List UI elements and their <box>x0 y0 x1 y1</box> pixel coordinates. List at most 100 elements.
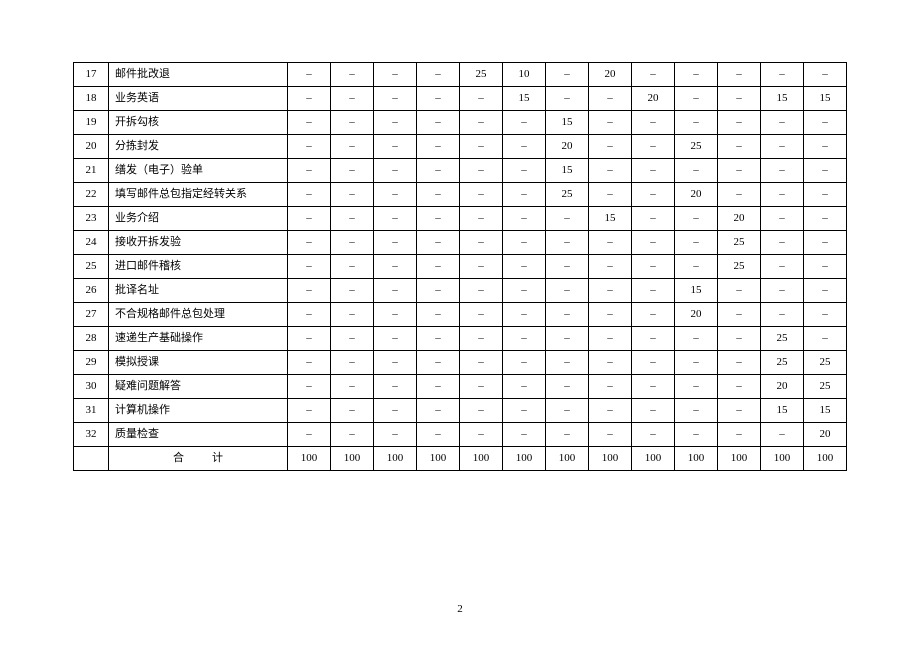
value-cell: – <box>761 423 804 447</box>
value-cell: – <box>804 231 847 255</box>
value-cell: – <box>417 399 460 423</box>
total-idx <box>74 447 109 471</box>
value-cell: – <box>417 63 460 87</box>
value-cell: – <box>675 399 718 423</box>
total-cell: 100 <box>546 447 589 471</box>
total-label: 合计 <box>109 447 288 471</box>
value-cell: 15 <box>675 279 718 303</box>
value-cell: – <box>417 135 460 159</box>
value-cell: – <box>718 399 761 423</box>
value-cell: – <box>761 63 804 87</box>
value-cell: – <box>761 279 804 303</box>
value-cell: – <box>761 207 804 231</box>
row-index: 26 <box>74 279 109 303</box>
value-cell: – <box>503 231 546 255</box>
value-cell: – <box>675 375 718 399</box>
table-row: 32质量检查––––––––––––20 <box>74 423 847 447</box>
value-cell: – <box>546 63 589 87</box>
total-cell: 100 <box>503 447 546 471</box>
value-cell: – <box>331 351 374 375</box>
row-name: 接收开拆发验 <box>109 231 288 255</box>
value-cell: – <box>804 63 847 87</box>
value-cell: – <box>503 159 546 183</box>
value-cell: 15 <box>589 207 632 231</box>
value-cell: – <box>503 399 546 423</box>
value-cell: – <box>546 87 589 111</box>
value-cell: – <box>288 423 331 447</box>
value-cell: – <box>417 183 460 207</box>
table-row: 29模拟授课–––––––––––2525 <box>74 351 847 375</box>
value-cell: – <box>632 63 675 87</box>
value-cell: – <box>632 207 675 231</box>
value-cell: – <box>546 375 589 399</box>
value-cell: – <box>761 255 804 279</box>
value-cell: 15 <box>804 399 847 423</box>
value-cell: – <box>288 327 331 351</box>
row-name: 质量检查 <box>109 423 288 447</box>
value-cell: – <box>804 255 847 279</box>
table-row: 17邮件批改退––––2510–20––––– <box>74 63 847 87</box>
value-cell: – <box>331 231 374 255</box>
value-cell: – <box>546 231 589 255</box>
row-name: 业务英语 <box>109 87 288 111</box>
value-cell: – <box>460 255 503 279</box>
page-number: 2 <box>0 603 920 615</box>
value-cell: – <box>546 303 589 327</box>
value-cell: – <box>718 327 761 351</box>
table-row: 27不合规格邮件总包处理–––––––––20––– <box>74 303 847 327</box>
row-index: 32 <box>74 423 109 447</box>
value-cell: 25 <box>675 135 718 159</box>
value-cell: – <box>288 375 331 399</box>
row-index: 30 <box>74 375 109 399</box>
value-cell: – <box>718 183 761 207</box>
value-cell: – <box>761 159 804 183</box>
value-cell: – <box>675 63 718 87</box>
table-row: 22填写邮件总包指定经转关系––––––25––20––– <box>74 183 847 207</box>
value-cell: 20 <box>761 375 804 399</box>
value-cell: 20 <box>804 423 847 447</box>
value-cell: – <box>675 351 718 375</box>
value-cell: – <box>804 279 847 303</box>
row-index: 19 <box>74 111 109 135</box>
value-cell: – <box>589 375 632 399</box>
value-cell: – <box>503 111 546 135</box>
value-cell: – <box>589 159 632 183</box>
value-cell: – <box>288 159 331 183</box>
value-cell: – <box>589 231 632 255</box>
row-name: 业务介绍 <box>109 207 288 231</box>
value-cell: 25 <box>804 351 847 375</box>
value-cell: – <box>331 375 374 399</box>
table-row: 23业务介绍–––––––15––20–– <box>74 207 847 231</box>
value-cell: – <box>417 303 460 327</box>
value-cell: – <box>546 351 589 375</box>
value-cell: – <box>503 375 546 399</box>
table-row: 26批译名址–––––––––15––– <box>74 279 847 303</box>
row-name: 不合规格邮件总包处理 <box>109 303 288 327</box>
value-cell: – <box>288 303 331 327</box>
value-cell: 15 <box>546 159 589 183</box>
value-cell: – <box>331 183 374 207</box>
value-cell: 15 <box>761 87 804 111</box>
value-cell: – <box>417 423 460 447</box>
value-cell: – <box>331 207 374 231</box>
value-cell: – <box>331 159 374 183</box>
value-cell: – <box>288 231 331 255</box>
value-cell: – <box>331 111 374 135</box>
value-cell: – <box>331 63 374 87</box>
value-cell: – <box>589 255 632 279</box>
value-cell: – <box>417 87 460 111</box>
row-name: 分拣封发 <box>109 135 288 159</box>
value-cell: – <box>718 63 761 87</box>
value-cell: – <box>632 423 675 447</box>
value-cell: – <box>374 207 417 231</box>
value-cell: – <box>632 327 675 351</box>
value-cell: – <box>804 159 847 183</box>
table-row: 24接收开拆发验––––––––––25–– <box>74 231 847 255</box>
value-cell: – <box>804 135 847 159</box>
value-cell: – <box>718 135 761 159</box>
value-cell: – <box>804 327 847 351</box>
value-cell: – <box>718 159 761 183</box>
value-cell: – <box>503 279 546 303</box>
value-cell: – <box>546 207 589 231</box>
row-name: 邮件批改退 <box>109 63 288 87</box>
